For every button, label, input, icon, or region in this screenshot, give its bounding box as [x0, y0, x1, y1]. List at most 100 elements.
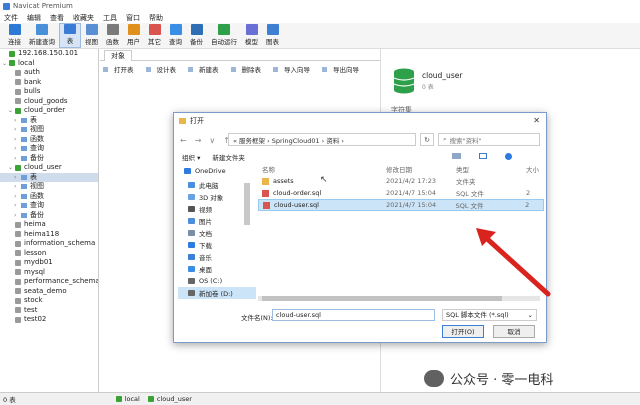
file-row[interactable]: cloud-order.sql 2021/4/7 15:04 SQL 文件 2 — [258, 187, 544, 199]
toolbar-button[interactable]: 视图 — [81, 23, 102, 48]
toolbar-button[interactable]: 自动运行 — [207, 23, 241, 48]
nav-pane-item[interactable]: OneDrive — [178, 165, 256, 177]
tree-item[interactable]: performance_schema — [0, 277, 98, 287]
nav-pane-item[interactable]: 下载 — [178, 239, 256, 251]
organize-button[interactable]: 组织 ▾ — [182, 152, 200, 162]
expand-toggle-icon[interactable]: › — [14, 182, 19, 192]
filename-field[interactable]: cloud-user.sql — [272, 309, 435, 321]
tree-item[interactable]: heima — [0, 220, 98, 230]
open-button[interactable]: 打开(O) — [442, 325, 484, 338]
tab-objects[interactable]: 对象 — [104, 50, 132, 61]
menu-item[interactable]: 帮助 — [145, 13, 168, 23]
nav-pane-item[interactable]: 桌面 — [178, 263, 256, 275]
tree-item[interactable]: › 函数 — [0, 192, 98, 202]
preview-pane-icon[interactable] — [479, 153, 487, 159]
tree-item[interactable]: seata_demo — [0, 287, 98, 297]
menu-item[interactable]: 工具 — [99, 13, 122, 23]
nav-pane-item[interactable]: 新加卷 (D:) — [178, 287, 256, 299]
breadcrumb[interactable]: « 服务框架 › SpringCloud01 › 资料 › — [233, 135, 344, 145]
file-row[interactable]: assets 2021/4/2 17:23 文件夹 — [258, 175, 544, 187]
tree-item[interactable]: cloud_goods — [0, 97, 98, 107]
expand-toggle-icon[interactable]: › — [14, 144, 19, 154]
expand-toggle-icon[interactable]: › — [14, 135, 19, 145]
toolbar-button[interactable]: 连接 — [4, 23, 25, 48]
cancel-button[interactable]: 取消 — [493, 325, 535, 338]
nav-pane-item[interactable]: 音乐 — [178, 251, 256, 263]
menu-item[interactable]: 查看 — [46, 13, 69, 23]
tree-item[interactable]: 192.168.150.101 — [0, 49, 98, 59]
expand-toggle-icon[interactable]: › — [14, 201, 19, 211]
object-toolbar-button[interactable]: 导出向导 — [322, 64, 365, 74]
tree-item[interactable]: mydb01 — [0, 258, 98, 268]
object-toolbar-button[interactable]: 导入向导 — [273, 64, 316, 74]
refresh-icon[interactable]: ↻ — [420, 133, 434, 146]
expand-toggle-icon[interactable]: › — [14, 211, 19, 221]
menu-item[interactable]: 编辑 — [23, 13, 46, 23]
tree-item[interactable]: ⌄ cloud_order — [0, 106, 98, 116]
filetype-select[interactable]: SQL 脚本文件 (*.sql) ⌄ — [442, 309, 537, 321]
search-input[interactable]: ⌕ 搜索"资料" — [438, 133, 540, 146]
help-icon[interactable] — [505, 153, 512, 160]
menu-item[interactable]: 文件 — [0, 13, 23, 23]
object-toolbar-button[interactable]: 删除表 — [230, 64, 268, 74]
column-name[interactable]: 名称 — [258, 164, 386, 174]
menu-item[interactable]: 窗口 — [122, 13, 145, 23]
toolbar-button[interactable]: 图表 — [262, 23, 283, 48]
object-toolbar-button[interactable]: 新建表 — [188, 64, 225, 74]
new-folder-button[interactable]: 新建文件夹 — [212, 152, 245, 162]
toolbar-button[interactable]: 查询 — [165, 23, 186, 48]
connection-tree[interactable]: 192.168.150.101 ⌄ local auth bank bulls cloud_… — [0, 49, 99, 392]
nav-pane-item[interactable]: OS (C:) — [178, 275, 256, 287]
back-arrow-icon[interactable]: ← — [180, 136, 187, 145]
menu-item[interactable]: 收藏夹 — [69, 13, 99, 23]
toolbar-button[interactable]: 用户 — [123, 23, 144, 48]
tree-item[interactable]: ⌄ cloud_user — [0, 163, 98, 173]
tree-item[interactable]: information_schema — [0, 239, 98, 249]
expand-toggle-icon[interactable]: › — [14, 116, 19, 126]
expand-toggle-icon[interactable]: › — [14, 125, 19, 135]
close-icon[interactable]: ✕ — [533, 116, 540, 125]
toolbar-button[interactable]: 备份 — [186, 23, 207, 48]
object-toolbar-button[interactable]: 打开表 — [103, 64, 140, 74]
navigation-scrollbar[interactable] — [244, 183, 250, 225]
tree-item[interactable]: ⌄ local — [0, 59, 98, 69]
tree-item[interactable]: bank — [0, 78, 98, 88]
column-date[interactable]: 修改日期 — [386, 164, 456, 174]
tree-item[interactable]: auth — [0, 68, 98, 78]
tree-item[interactable]: › 查询 — [0, 144, 98, 154]
column-size[interactable]: 大小 — [526, 164, 544, 174]
tree-item[interactable]: › 视图 — [0, 125, 98, 135]
tree-item[interactable]: test02 — [0, 315, 98, 325]
expand-toggle-icon[interactable]: › — [14, 192, 19, 202]
object-toolbar-button[interactable]: 设计表 — [145, 64, 183, 74]
expand-toggle-icon[interactable]: ⌄ — [8, 106, 13, 116]
scrollbar-thumb[interactable] — [262, 296, 502, 301]
view-mode-icon[interactable] — [452, 153, 461, 159]
tree-item[interactable]: heima118 — [0, 230, 98, 240]
tree-item[interactable]: › 查询 — [0, 201, 98, 211]
tree-item[interactable]: mysql — [0, 268, 98, 278]
toolbar-button[interactable]: 模型 — [241, 23, 262, 48]
expand-toggle-icon[interactable]: ⌄ — [2, 59, 7, 69]
column-type[interactable]: 类型 — [456, 164, 526, 174]
forward-arrow-icon[interactable]: → — [195, 136, 202, 145]
nav-pane-item[interactable]: 文档 — [178, 227, 256, 239]
tree-item[interactable]: test — [0, 306, 98, 316]
expand-toggle-icon[interactable]: ⌄ — [8, 163, 13, 173]
tree-item[interactable]: › 备份 — [0, 211, 98, 221]
expand-toggle-icon[interactable]: › — [14, 173, 19, 183]
tree-item[interactable]: bulls — [0, 87, 98, 97]
tree-item[interactable]: › 备份 — [0, 154, 98, 164]
toolbar-button[interactable]: 其它 — [144, 23, 165, 48]
recent-dropdown-icon[interactable]: ∨ — [209, 136, 215, 145]
tree-item[interactable]: › 表 — [0, 172, 98, 183]
address-bar[interactable]: « 服务框架 › SpringCloud01 › 资料 › — [228, 133, 416, 146]
toolbar-button[interactable]: 函数 — [102, 23, 123, 48]
tree-item[interactable]: lesson — [0, 249, 98, 259]
tree-item[interactable]: › 视图 — [0, 182, 98, 192]
tree-item[interactable]: › 函数 — [0, 135, 98, 145]
expand-toggle-icon[interactable]: › — [14, 154, 19, 164]
tree-item[interactable]: stock — [0, 296, 98, 306]
file-row[interactable]: cloud-user.sql 2021/4/7 15:04 SQL 文件 2 — [258, 199, 544, 211]
toolbar-button[interactable]: 表 — [59, 23, 81, 48]
